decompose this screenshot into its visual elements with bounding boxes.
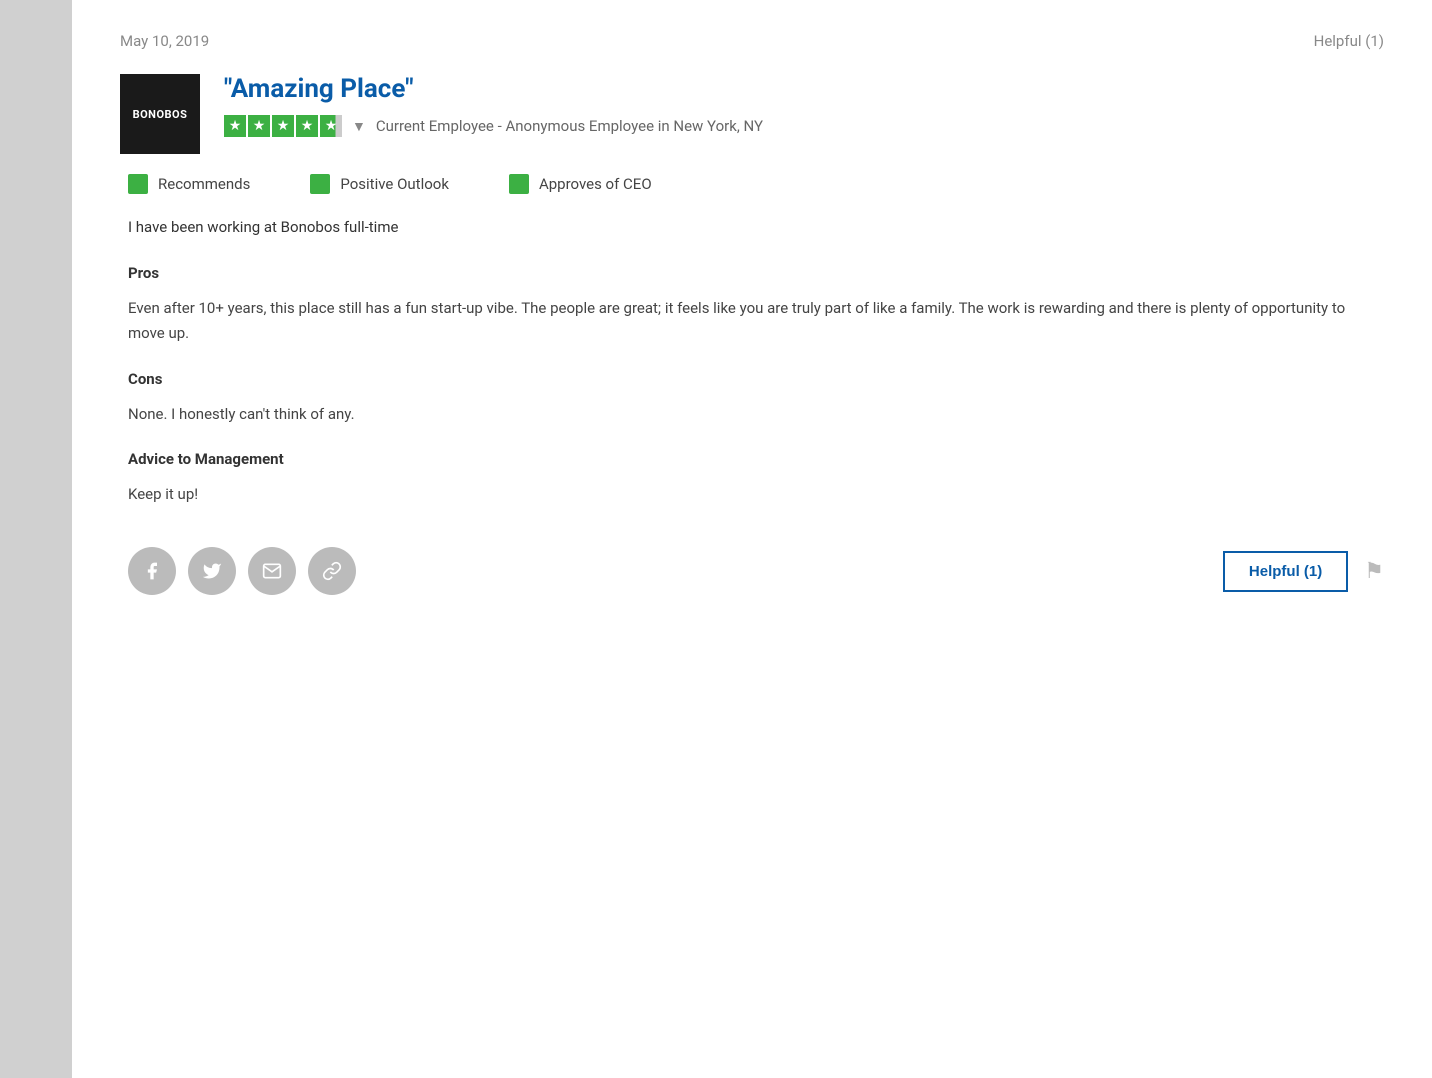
facebook-icon[interactable] xyxy=(128,547,176,595)
social-icons xyxy=(128,547,356,595)
star-4: ★ xyxy=(296,115,318,137)
review-header: BONOBOS "Amazing Place" ★ ★ ★ ★ ★ ▼ Curr… xyxy=(120,74,1384,154)
star-1: ★ xyxy=(224,115,246,137)
star-rating: ★ ★ ★ ★ ★ xyxy=(224,115,342,137)
review-footer: Helpful (1) ⚑ xyxy=(120,547,1384,595)
approves-ceo-dot xyxy=(509,174,529,194)
approves-ceo-label: Approves of CEO xyxy=(539,175,652,193)
pros-content: Even after 10+ years, this place still h… xyxy=(128,296,1384,346)
rating-dropdown-arrow[interactable]: ▼ xyxy=(352,118,366,135)
twitter-icon[interactable] xyxy=(188,547,236,595)
cons-heading: Cons xyxy=(128,370,1384,388)
email-icon[interactable] xyxy=(248,547,296,595)
left-sidebar xyxy=(0,0,72,1078)
sentiment-positive-outlook: Positive Outlook xyxy=(310,174,449,194)
recommends-label: Recommends xyxy=(158,175,250,193)
footer-right: Helpful (1) ⚑ xyxy=(1223,551,1384,592)
star-3: ★ xyxy=(272,115,294,137)
company-logo-text: BONOBOS xyxy=(133,108,188,121)
company-logo: BONOBOS xyxy=(120,74,200,154)
pros-heading: Pros xyxy=(128,264,1384,282)
helpful-top-label: Helpful (1) xyxy=(1314,32,1384,50)
pros-section: Pros Even after 10+ years, this place st… xyxy=(120,264,1384,346)
helpful-button[interactable]: Helpful (1) xyxy=(1223,551,1348,592)
stars-row: ★ ★ ★ ★ ★ ▼ Current Employee - Anonymous… xyxy=(224,115,763,137)
recommends-dot xyxy=(128,174,148,194)
star-5: ★ xyxy=(320,115,342,137)
flag-icon[interactable]: ⚑ xyxy=(1364,559,1384,584)
review-date: May 10, 2019 xyxy=(120,32,209,50)
link-icon[interactable] xyxy=(308,547,356,595)
cons-section: Cons None. I honestly can't think of any… xyxy=(120,370,1384,427)
sentiment-recommends: Recommends xyxy=(128,174,250,194)
advice-heading: Advice to Management xyxy=(128,450,1384,468)
employee-info: Current Employee - Anonymous Employee in… xyxy=(376,117,763,135)
advice-content: Keep it up! xyxy=(128,482,1384,507)
cons-content: None. I honestly can't think of any. xyxy=(128,402,1384,427)
review-meta-top: May 10, 2019 Helpful (1) xyxy=(120,32,1384,50)
star-2: ★ xyxy=(248,115,270,137)
review-title-block: "Amazing Place" ★ ★ ★ ★ ★ ▼ Current Empl… xyxy=(224,74,763,137)
main-content: May 10, 2019 Helpful (1) BONOBOS "Amazin… xyxy=(72,0,1432,1078)
review-intro: I have been working at Bonobos full-time xyxy=(120,218,1384,236)
sentiment-approves-ceo: Approves of CEO xyxy=(509,174,652,194)
sentiment-row: Recommends Positive Outlook Approves of … xyxy=(120,174,1384,194)
positive-outlook-dot xyxy=(310,174,330,194)
advice-section: Advice to Management Keep it up! xyxy=(120,450,1384,507)
review-title: "Amazing Place" xyxy=(224,74,763,105)
positive-outlook-label: Positive Outlook xyxy=(340,175,449,193)
